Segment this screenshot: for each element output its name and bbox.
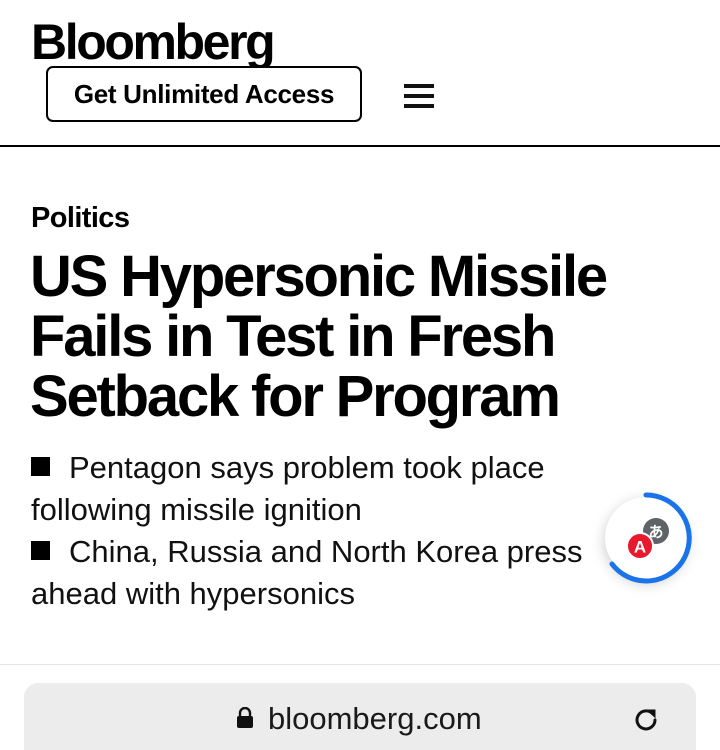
url-text[interactable]: bloomberg.com (268, 700, 482, 738)
hamburger-menu-icon[interactable] (404, 82, 436, 110)
content-divider (0, 664, 720, 665)
bullet-square-icon (31, 541, 50, 560)
summary-bullet: China, Russia and North Korea press ahea… (31, 531, 631, 615)
get-unlimited-access-button[interactable]: Get Unlimited Access (46, 66, 362, 122)
article-headline: US Hypersonic Missile Fails in Test in F… (30, 244, 608, 429)
bullet-square-icon (31, 457, 50, 476)
browser-url-bar[interactable]: bloomberg.com (24, 683, 696, 750)
translate-fab-button[interactable]: あ A (598, 490, 694, 586)
summary-bullet-text: Pentagon says problem took place followi… (31, 450, 545, 527)
reload-icon[interactable] (631, 705, 661, 735)
section-label[interactable]: Politics (31, 200, 130, 236)
site-logo[interactable]: Bloomberg (31, 12, 276, 72)
translate-icon: あ A (626, 518, 669, 560)
lock-icon (237, 707, 253, 728)
summary-bullet-text: China, Russia and North Korea press ahea… (31, 534, 583, 611)
translate-glyph-primary: A (634, 538, 646, 557)
header-divider (0, 145, 720, 147)
article-summary-list: Pentagon says problem took place followi… (31, 447, 631, 615)
summary-bullet: Pentagon says problem took place followi… (31, 447, 631, 531)
